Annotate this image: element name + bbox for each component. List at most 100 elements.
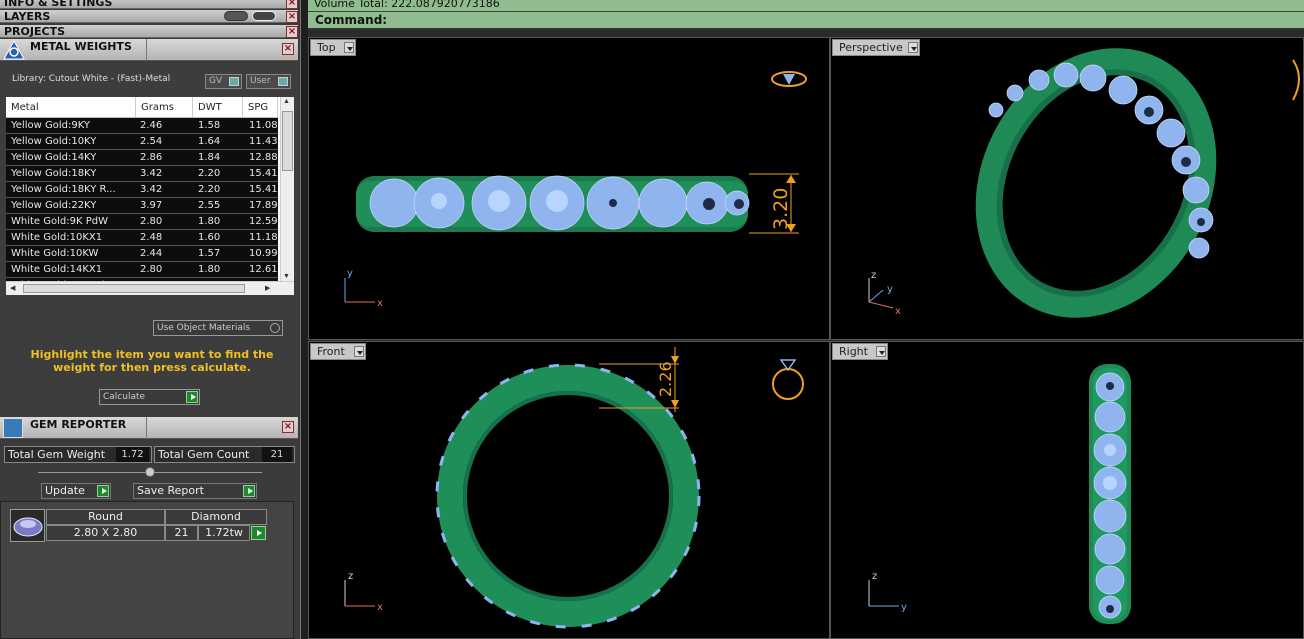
close-icon[interactable]: × [282,421,294,433]
slider-handle[interactable] [145,467,155,477]
table-cell: 1.80 [198,264,221,275]
axis-gizmo: zy [868,571,907,613]
gem-material: Diamond [165,509,267,525]
layer-visibility-toggle-icon[interactable] [224,11,248,21]
close-icon[interactable]: × [282,43,294,55]
svg-text:y: y [347,268,353,279]
table-cell: 1.64 [198,136,221,147]
table-cell: 1.57 [198,248,221,259]
ring-front-view: 2.26 zx [344,347,804,629]
table-horizontal-scrollbar[interactable]: ◀ ▶ [6,281,294,295]
table-row[interactable]: Yellow Gold:18KY R... 3.42 2.20 15.41 [6,182,278,198]
scroll-thumb[interactable] [23,284,245,293]
column-header[interactable]: DWT [193,97,243,118]
viewport-right[interactable]: Right zy [830,341,1304,639]
metal-weights-icon [3,40,25,60]
viewport-top[interactable]: Top 3.20 yx [308,37,830,340]
table-row[interactable]: Yellow Gold:10KY 2.54 1.64 11.43 [6,134,278,150]
projects-label: PROJECTS [4,25,65,38]
eye-icon[interactable] [252,11,276,21]
metal-weights-title: METAL WEIGHTS [30,40,132,53]
gem-size: 2.80 X 2.80 [46,525,165,541]
column-header[interactable]: SPG [243,97,278,118]
axis-gizmo: zyx [868,270,901,317]
table-cell: Yellow Gold:14KY [11,152,97,163]
table-row[interactable]: White Gold:9K PdW 2.80 1.80 12.59 [6,214,278,230]
gem-weight: 1.72tw [198,525,250,541]
update-button[interactable]: Update [41,483,111,499]
gem-select-button[interactable] [251,526,266,540]
command-line[interactable]: Command: [308,12,1304,30]
gem-list: Round Diamond 2.80 X 2.80 21 1.72tw [0,501,294,639]
scroll-thumb[interactable] [282,111,293,171]
gem-reporter-titlebar: GEM REPORTER × [0,417,298,439]
axis-gizmo: zx [344,571,383,613]
table-row[interactable]: White Gold:10KX1 2.48 1.60 11.18 [6,230,278,246]
table-row[interactable]: White Gold:14KX1 2.80 1.80 12.61 [6,262,278,278]
table-row[interactable]: White Gold:10KW 2.44 1.57 10.99 [6,246,278,262]
table-cell: 11.43 [249,136,278,147]
metal-weights-panel: Library: Cutout White - (Fast)-Metal GV … [0,62,298,417]
table-row[interactable]: Yellow Gold:22KY 3.97 2.55 17.89 [6,198,278,214]
svg-text:x: x [377,298,383,309]
axis-gizmo: yx [344,268,383,309]
column-header[interactable]: Grams [136,97,193,118]
panel-splitter[interactable] [300,0,308,639]
close-icon[interactable]: × [286,26,298,38]
table-cell: 17.89 [249,200,278,211]
table-cell: 3.97 [140,200,163,211]
table-cell: 2.20 [198,184,221,195]
dimension-label: 3.20 [770,188,792,230]
table-cell: Yellow Gold:10KY [11,136,97,147]
viewport-perspective[interactable]: Perspective zyx [830,37,1304,340]
metal-weights-titlebar: METAL WEIGHTS × [0,39,298,61]
table-cell: 3.42 [140,168,163,179]
table-cell: White Gold:9K PdW [11,216,108,227]
svg-text:y: y [901,602,907,613]
save-report-button[interactable]: Save Report [133,483,257,499]
command-label: Command: [315,13,388,27]
total-gem-weight-value: 1.72 [116,447,149,462]
svg-text:y: y [887,284,893,295]
info-settings-header[interactable]: INFO & SETTINGS [0,0,298,9]
ring-preview-icon [771,71,807,87]
table-cell: 1.60 [198,232,221,243]
ring-preview-icon [772,359,804,400]
viewport-front[interactable]: Front 2.26 zx [308,341,830,639]
table-cell: 12.59 [249,216,278,227]
table-cell: 2.80 [140,216,163,227]
projects-header[interactable]: PROJECTS [0,25,298,38]
svg-text:z: z [348,571,353,582]
svg-text:x: x [377,602,383,613]
table-cell: 12.88 [249,152,278,163]
table-cell: 2.48 [140,232,163,243]
gv-toggle[interactable]: GV [205,74,242,89]
close-icon[interactable]: × [286,0,298,9]
column-header[interactable]: Metal [6,97,136,118]
table-cell: 11.08 [249,120,278,131]
table-cell: 15.41 [249,168,278,179]
table-row[interactable]: Yellow Gold:9KY 2.46 1.58 11.08 [6,118,278,134]
close-icon[interactable]: × [286,11,298,23]
layers-label: LAYERS [4,10,51,23]
user-toggle[interactable]: User [246,74,291,89]
table-cell: White Gold:14KX1 [11,264,103,275]
ring-perspective-view: zyx [868,48,1300,318]
table-cell: 10.99 [249,248,278,259]
table-cell: 2.46 [140,120,163,131]
svg-text:z: z [871,270,876,281]
table-row[interactable]: Yellow Gold:14KY 2.86 1.84 12.88 [6,150,278,166]
svg-text:x: x [895,306,901,317]
calculate-button[interactable]: Calculate [99,389,200,405]
gem-thumbnail[interactable] [10,509,45,542]
table-cell: 2.86 [140,152,163,163]
ring-right-view: zy [868,364,1131,624]
table-vertical-scrollbar[interactable]: ▲ ▼ [280,97,294,283]
table-cell: Yellow Gold:9KY [11,120,90,131]
table-cell: White Gold:10KW [11,248,99,259]
table-row[interactable]: Yellow Gold:18KY 3.42 2.20 15.41 [6,166,278,182]
ring-top-view: 3.20 yx [344,71,807,309]
use-object-materials-toggle[interactable]: Use Object Materials [153,320,283,336]
play-icon [97,485,109,497]
table-cell: 15.41 [249,184,278,195]
